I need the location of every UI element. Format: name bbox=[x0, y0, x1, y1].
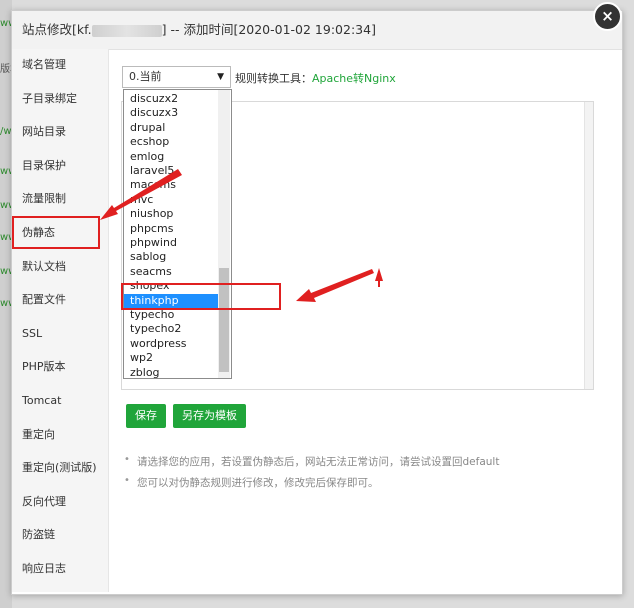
annotation-arrow-right bbox=[296, 269, 374, 302]
annotation-arrow-small bbox=[375, 268, 383, 287]
annotation-arrow-left bbox=[100, 169, 182, 220]
annotation-arrows bbox=[100, 169, 383, 302]
